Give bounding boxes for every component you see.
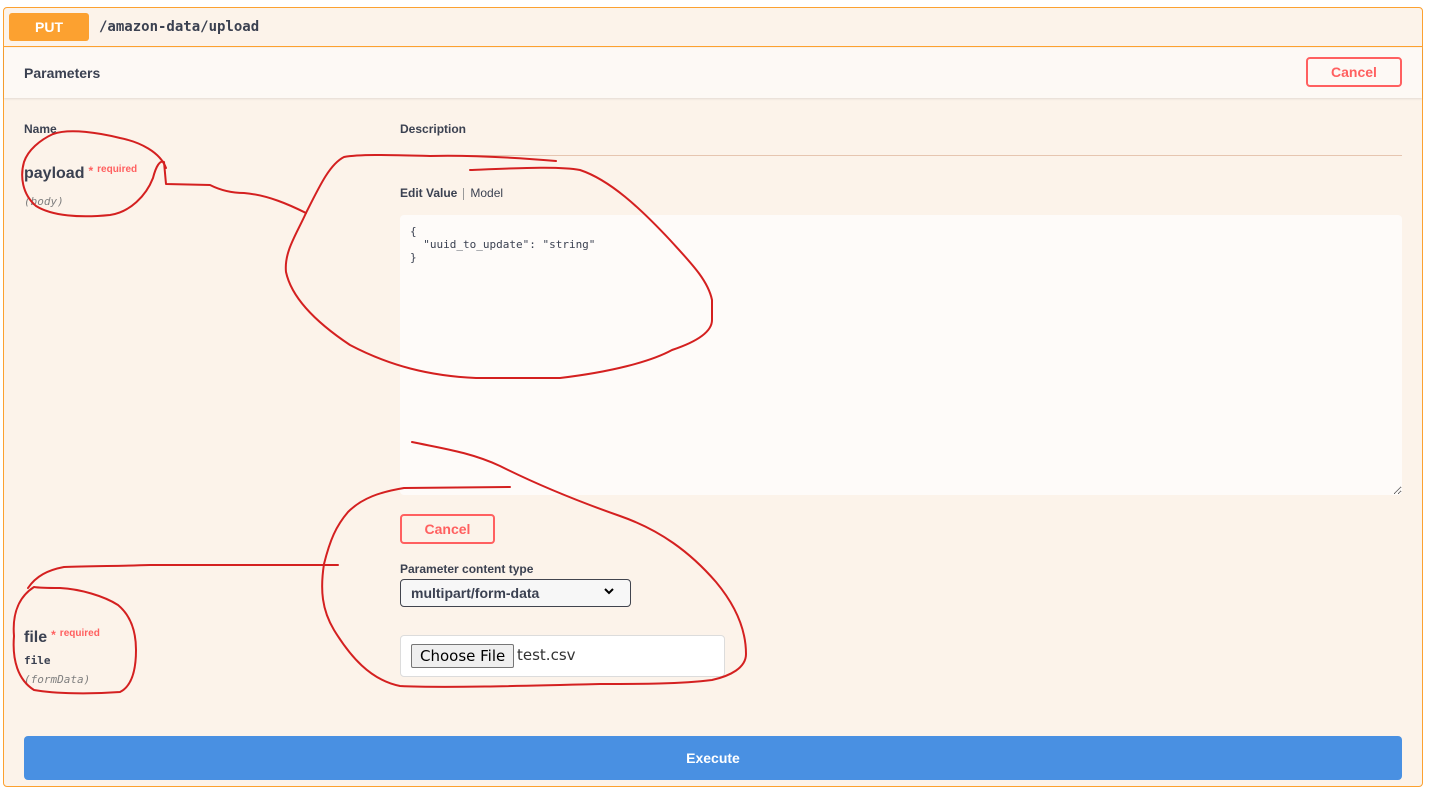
tab-edit-value[interactable]: Edit Value [400, 186, 457, 200]
chevron-down-icon [602, 584, 616, 601]
body-tabs: Edit Value Model [400, 186, 503, 200]
required-star: * [88, 164, 94, 178]
param-name-payload: payload * required [24, 164, 138, 183]
content-type-label: Parameter content type [400, 562, 534, 576]
try-out-cancel-button[interactable]: Cancel [1306, 57, 1402, 87]
column-header-description: Description [400, 122, 467, 136]
body-param-editor[interactable] [400, 215, 1402, 495]
content-type-selected: multipart/form-data [411, 585, 540, 601]
tab-separator [463, 187, 465, 200]
file-input[interactable]: Choose File test.csv [400, 635, 725, 677]
parameters-title: Parameters [24, 65, 101, 81]
required-star: * [51, 628, 56, 642]
column-header-name: Name [24, 122, 57, 136]
parameters-header: Parameters Cancel [4, 48, 1422, 98]
operation-summary[interactable]: PUT /amazon-data/upload [4, 8, 1422, 47]
content-type-select[interactable]: multipart/form-data [400, 579, 631, 607]
param-name-text: file [24, 629, 48, 646]
endpoint-path: /amazon-data/upload [99, 19, 260, 35]
param-name-file: file * required [24, 628, 100, 647]
required-label: required [59, 628, 100, 639]
header-divider [400, 155, 1402, 156]
body-cancel-button[interactable]: Cancel [400, 514, 495, 544]
selected-file-name: test.csv [517, 646, 576, 664]
param-type-file: file [24, 654, 51, 667]
choose-file-button[interactable]: Choose File [411, 644, 515, 668]
tab-model[interactable]: Model [470, 186, 503, 200]
param-name-text: payload [24, 165, 85, 182]
required-label: required [97, 164, 138, 175]
param-in-file: (formData) [24, 673, 91, 686]
param-in-payload: (body) [24, 195, 64, 208]
execute-button[interactable]: Execute [24, 736, 1402, 780]
method-badge: PUT [9, 13, 89, 41]
